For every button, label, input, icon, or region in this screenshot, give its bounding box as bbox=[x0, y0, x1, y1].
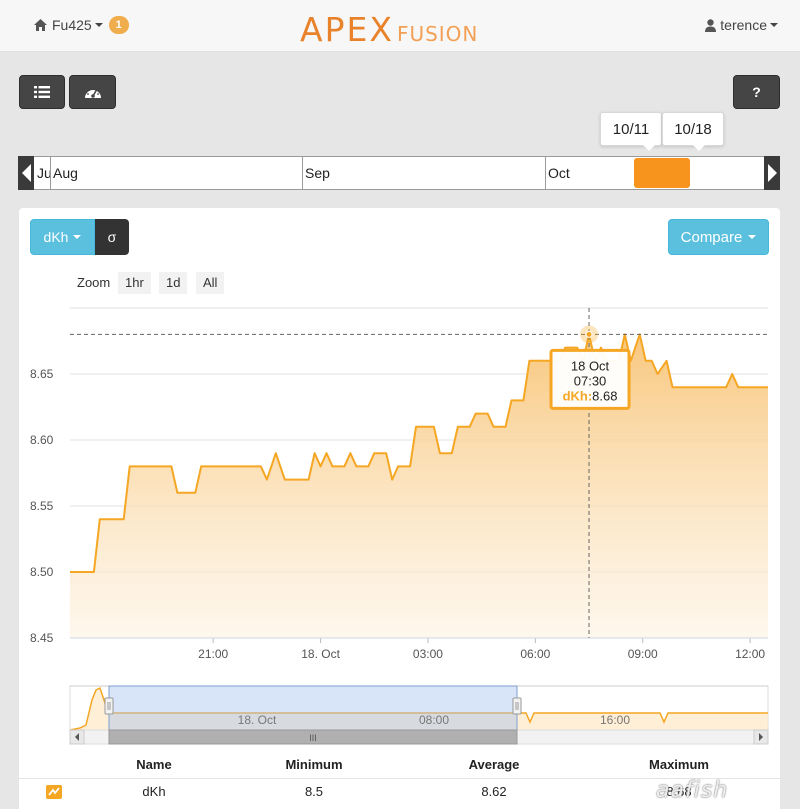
summary-header-row: Name Minimum Average Maximum bbox=[19, 752, 780, 778]
arrow-left-icon bbox=[21, 164, 31, 182]
header-minimum: Minimum bbox=[285, 757, 343, 772]
timeline-month-jul[interactable]: Ju bbox=[35, 157, 50, 189]
row-average: 8.62 bbox=[481, 784, 507, 799]
help-button[interactable]: ? bbox=[733, 75, 780, 109]
list-icon bbox=[34, 86, 50, 98]
caret-down-icon bbox=[73, 235, 82, 239]
timeline-month-sep[interactable]: Sep bbox=[302, 157, 545, 189]
logo-fusion-text: FUSION bbox=[396, 22, 479, 46]
header-name: Name bbox=[136, 757, 172, 772]
range-end-tag: 10/18 bbox=[662, 112, 724, 151]
username: terence bbox=[720, 17, 767, 33]
controller-selector[interactable]: Fu425 1 bbox=[34, 16, 129, 34]
range-start-tag: 10/11 bbox=[600, 112, 662, 151]
caret-down-icon bbox=[770, 23, 778, 27]
zoom-label: Zoom bbox=[77, 275, 111, 290]
sigma-button[interactable]: σ bbox=[95, 219, 129, 255]
top-navbar: Fu425 1 APEX FUSION terence bbox=[0, 0, 800, 52]
notification-badge[interactable]: 1 bbox=[108, 16, 129, 34]
metric-dropdown-button[interactable]: dKh bbox=[30, 219, 95, 255]
month-timeline[interactable]: Ju Aug Sep Oct bbox=[18, 156, 780, 190]
controller-name: Fu425 bbox=[52, 17, 92, 33]
zoom-1d-button[interactable]: 1d bbox=[159, 272, 188, 294]
timeline-month-aug[interactable]: Aug bbox=[50, 157, 302, 189]
caret-down-icon bbox=[748, 235, 757, 239]
arrow-right-icon bbox=[767, 164, 777, 182]
zoom-all-button[interactable]: All bbox=[196, 272, 225, 294]
dashboard-button[interactable] bbox=[69, 75, 116, 109]
logo-apex-text: APEX bbox=[300, 10, 394, 49]
compare-label: Compare bbox=[680, 228, 743, 246]
series-color-icon bbox=[46, 785, 62, 799]
row-name: dKh bbox=[142, 784, 166, 799]
watermark: aafish bbox=[656, 778, 729, 803]
list-view-button[interactable] bbox=[19, 75, 65, 109]
row-minimum: 8.5 bbox=[304, 784, 324, 799]
user-menu[interactable]: terence bbox=[705, 17, 778, 33]
metric-label: dKh bbox=[43, 229, 69, 245]
header-average: Average bbox=[468, 757, 520, 772]
zoom-1hr-button[interactable]: 1hr bbox=[118, 272, 151, 294]
user-icon bbox=[705, 18, 717, 32]
home-icon bbox=[34, 19, 47, 31]
timeline-selection-handle[interactable] bbox=[634, 158, 690, 188]
compare-button[interactable]: Compare bbox=[668, 219, 769, 255]
dashboard-icon bbox=[84, 87, 101, 98]
chart-panel: dKh σ Compare Zoom 1hr 1d All bbox=[19, 208, 780, 809]
header-maximum: Maximum bbox=[649, 757, 709, 772]
timeline-next-button[interactable] bbox=[764, 156, 780, 190]
apex-fusion-logo: APEX FUSION bbox=[300, 10, 478, 49]
caret-down-icon bbox=[94, 23, 103, 27]
timeline-prev-button[interactable] bbox=[18, 156, 34, 190]
